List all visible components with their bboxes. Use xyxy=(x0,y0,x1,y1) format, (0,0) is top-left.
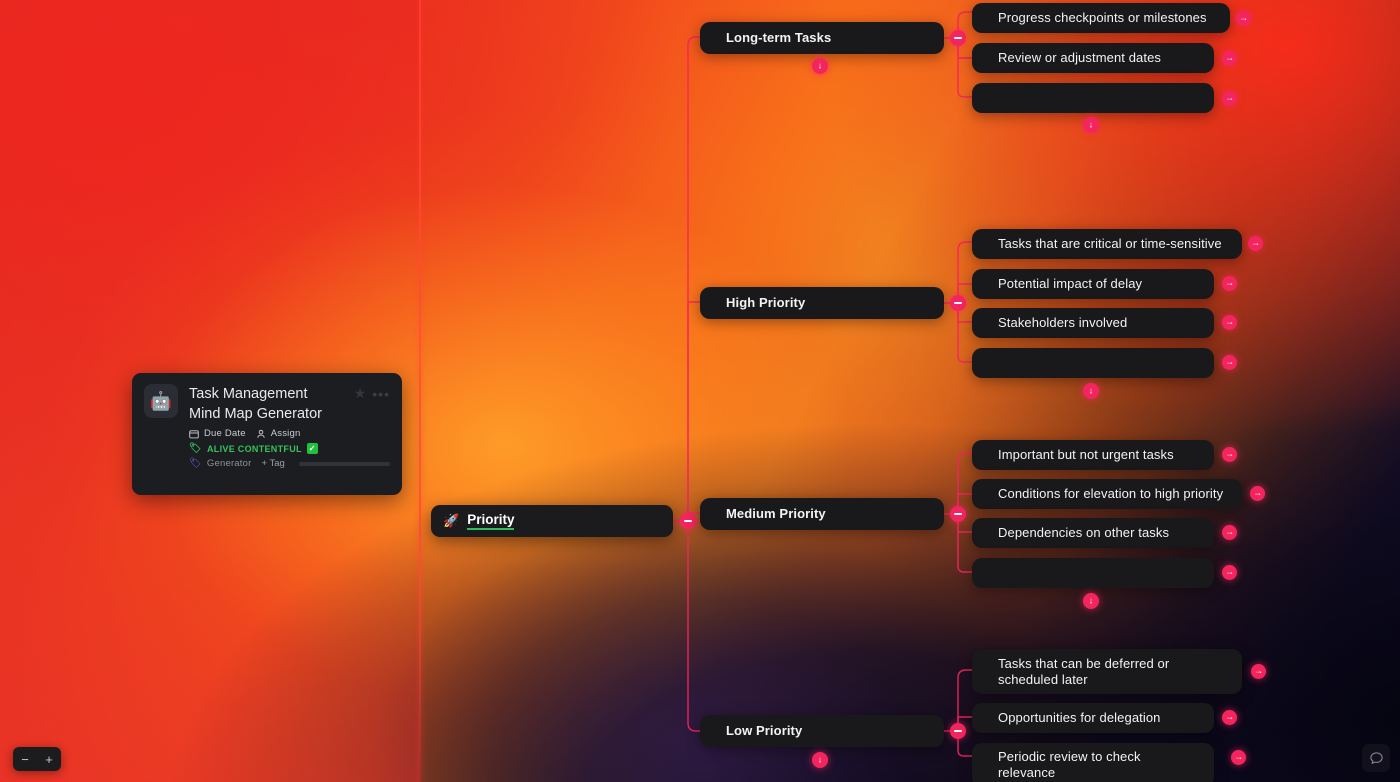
open-button-elevation-conditions[interactable]: → xyxy=(1250,486,1265,501)
zoom-controls[interactable]: − + xyxy=(13,747,61,771)
branch-node-long-term-tasks[interactable]: Long-term Tasks xyxy=(700,22,944,54)
leaf-label: Tasks that are critical or time-sensitiv… xyxy=(998,236,1222,251)
open-button-critical-tasks[interactable]: → xyxy=(1248,236,1263,251)
ellipsis-icon[interactable]: ••• xyxy=(372,386,390,402)
leaf-node-empty-long-term[interactable] xyxy=(972,83,1214,113)
collapse-button-high-priority[interactable] xyxy=(950,295,966,311)
task-card-actions: ★ ••• xyxy=(354,385,390,402)
leaf-node-critical-tasks[interactable]: Tasks that are critical or time-sensitiv… xyxy=(972,229,1242,259)
leaf-node-empty-medium-priority[interactable] xyxy=(972,558,1214,588)
task-title-line-2: Mind Map Generator xyxy=(189,406,322,422)
task-card-header: 🤖 Task Management Mind Map Generator ★ •… xyxy=(144,384,390,424)
branch-node-low-priority[interactable]: Low Priority xyxy=(700,715,944,747)
tag-icon-green: 🏷 xyxy=(189,442,202,454)
add-child-button-medium-priority[interactable]: ↓ xyxy=(1083,593,1099,609)
leaf-label: Conditions for elevation to high priorit… xyxy=(998,486,1224,501)
add-sibling-button-long-term-tasks[interactable]: ↓ xyxy=(812,58,828,74)
assign-label: Assign xyxy=(270,428,301,439)
open-button-deferred-tasks[interactable]: → xyxy=(1251,664,1266,679)
leaf-node-progress-checkpoints[interactable]: Progress checkpoints or milestones xyxy=(972,3,1230,33)
open-button-review-dates[interactable]: → xyxy=(1222,51,1237,66)
branch-label-low-priority: Low Priority xyxy=(726,723,803,738)
leaf-node-periodic-review[interactable]: Periodic review to check relevance xyxy=(972,743,1214,782)
collapse-button-low-priority[interactable] xyxy=(950,723,966,739)
open-button-empty-medium-priority[interactable]: → xyxy=(1222,565,1237,580)
collapse-button-medium-priority[interactable] xyxy=(950,506,966,522)
leaf-node-delegation[interactable]: Opportunities for delegation xyxy=(972,703,1214,733)
category-tag-label: Generator xyxy=(206,458,252,469)
due-date-button[interactable]: Due Date xyxy=(189,428,246,439)
zoom-in-button[interactable]: + xyxy=(45,753,53,766)
star-icon[interactable]: ★ xyxy=(354,385,367,402)
person-icon xyxy=(256,429,265,438)
task-title-line-1: Task Management xyxy=(189,386,308,402)
collapse-button-root[interactable] xyxy=(680,513,696,529)
leaf-node-dependencies[interactable]: Dependencies on other tasks xyxy=(972,518,1214,548)
root-node-priority[interactable]: 🚀 Priority xyxy=(431,505,673,537)
progress-bar xyxy=(298,461,390,466)
branch-node-high-priority[interactable]: High Priority xyxy=(700,287,944,319)
open-button-impact-of-delay[interactable]: → xyxy=(1222,276,1237,291)
root-node-label: Priority xyxy=(467,512,515,530)
rocket-icon: 🚀 xyxy=(443,513,460,528)
add-child-button-high-priority[interactable]: ↓ xyxy=(1083,383,1099,399)
status-tag-label: ALIVE CONTENTFUL xyxy=(207,443,302,454)
branch-label-long-term-tasks: Long-term Tasks xyxy=(726,30,832,45)
leaf-node-stakeholders[interactable]: Stakeholders involved xyxy=(972,308,1214,338)
robot-icon: 🤖 xyxy=(144,384,178,418)
add-child-button-long-term-tasks[interactable]: ↓ xyxy=(1083,117,1099,133)
leaf-node-review-dates[interactable]: Review or adjustment dates xyxy=(972,43,1214,73)
leaf-node-empty-high-priority[interactable] xyxy=(972,348,1214,378)
leaf-label: Progress checkpoints or milestones xyxy=(998,10,1207,25)
task-meta-row-2: 🏷 ALIVE CONTENTFUL ✓ xyxy=(189,443,390,454)
chat-bubble-icon xyxy=(1369,751,1383,764)
tag-icon-purple: 🏷 xyxy=(189,457,202,469)
task-meta-row-3: 🏷 Generator + Tag xyxy=(189,458,390,469)
open-button-progress-checkpoints[interactable]: → xyxy=(1236,11,1251,26)
chat-bubble-button[interactable] xyxy=(1362,744,1390,772)
leaf-label: Dependencies on other tasks xyxy=(998,525,1170,540)
leaf-node-deferred-tasks[interactable]: Tasks that can be deferred or scheduled … xyxy=(972,649,1242,694)
open-button-empty-long-term[interactable]: → xyxy=(1222,91,1237,106)
check-icon: ✓ xyxy=(306,443,318,454)
branch-label-high-priority: High Priority xyxy=(726,295,806,310)
leaf-label: Periodic review to check relevance xyxy=(998,749,1141,780)
task-card-title: Task Management Mind Map Generator xyxy=(189,384,350,424)
add-sibling-button-low-priority[interactable]: ↓ xyxy=(812,752,828,768)
branch-node-medium-priority[interactable]: Medium Priority xyxy=(700,498,944,530)
branch-label-medium-priority: Medium Priority xyxy=(726,506,826,521)
leaf-label: Tasks that can be deferred or scheduled … xyxy=(998,655,1170,687)
status-tag[interactable]: 🏷 ALIVE CONTENTFUL ✓ xyxy=(189,443,318,454)
panel-divider xyxy=(419,0,421,782)
open-button-empty-high-priority[interactable]: → xyxy=(1222,355,1237,370)
open-button-important-not-urgent[interactable]: → xyxy=(1222,447,1237,462)
open-button-stakeholders[interactable]: → xyxy=(1222,315,1237,330)
leaf-node-impact-of-delay[interactable]: Potential impact of delay xyxy=(972,269,1214,299)
open-button-delegation[interactable]: → xyxy=(1222,710,1237,725)
open-button-dependencies[interactable]: → xyxy=(1222,525,1237,540)
leaf-node-elevation-conditions[interactable]: Conditions for elevation to high priorit… xyxy=(972,479,1242,509)
zoom-out-button[interactable]: − xyxy=(21,753,29,766)
open-button-periodic-review[interactable]: → xyxy=(1231,750,1246,765)
leaf-label: Potential impact of delay xyxy=(998,276,1143,291)
task-meta-row-1: Due Date Assign xyxy=(189,428,390,439)
leaf-label: Review or adjustment dates xyxy=(998,50,1162,65)
calendar-icon xyxy=(189,429,199,438)
mindmap-canvas[interactable]: 🤖 Task Management Mind Map Generator ★ •… xyxy=(0,0,1400,782)
leaf-label: Opportunities for delegation xyxy=(998,710,1161,725)
due-date-label: Due Date xyxy=(204,428,246,439)
leaf-label: Important but not urgent tasks xyxy=(998,447,1174,462)
assign-button[interactable]: Assign xyxy=(256,428,301,439)
add-tag-button[interactable]: + Tag xyxy=(261,458,284,469)
task-card[interactable]: 🤖 Task Management Mind Map Generator ★ •… xyxy=(132,373,402,495)
collapse-button-long-term-tasks[interactable] xyxy=(950,30,966,46)
leaf-node-important-not-urgent[interactable]: Important but not urgent tasks xyxy=(972,440,1214,470)
leaf-label: Stakeholders involved xyxy=(998,315,1128,330)
category-tag[interactable]: 🏷 Generator xyxy=(189,458,251,469)
